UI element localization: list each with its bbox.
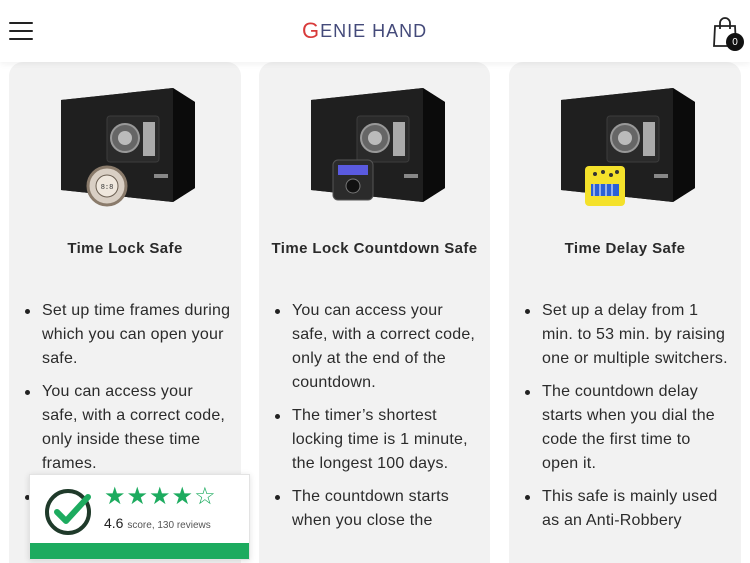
safe-icon	[561, 88, 695, 206]
feature-list: Set up a delay from 1 min. to 53 min. by…	[523, 299, 731, 542]
product-image: 8:8	[9, 80, 241, 230]
star-rating: ★ ★ ★ ★ ☆	[104, 484, 217, 510]
review-bar	[30, 543, 249, 559]
list-item: Set up time frames during which you can …	[23, 299, 231, 371]
feature-list: You can access your safe, with a correct…	[273, 299, 480, 542]
list-item: The countdown starts when you close the	[273, 485, 480, 533]
star-icon: ★	[149, 483, 171, 510]
list-item: The countdown delay starts when you dial…	[523, 380, 731, 476]
site-logo[interactable]: G ENIE HAND	[302, 18, 427, 44]
safe-icon	[311, 88, 445, 202]
review-score: 4.6 score, 130 reviews	[104, 515, 211, 531]
list-item: You can access your safe, with a correct…	[273, 299, 480, 395]
hamburger-icon[interactable]	[9, 22, 33, 42]
list-item: Set up a delay from 1 min. to 53 min. by…	[523, 299, 731, 371]
safe-icon: 8:8	[61, 88, 195, 207]
product-image	[509, 80, 741, 230]
card-title: Time Delay Safe	[564, 240, 686, 257]
list-item: You can access your safe, with a correct…	[23, 380, 231, 476]
cart-button[interactable]: 0	[712, 17, 744, 51]
rating-value: 4.6	[104, 515, 124, 531]
site-header: G ENIE HAND 0	[0, 0, 750, 62]
feature-list: Set up time frames during which you can …	[23, 299, 231, 500]
svg-text:8:8: 8:8	[101, 184, 114, 192]
logo-text: ENIE HAND	[320, 20, 428, 41]
review-widget[interactable]: ★ ★ ★ ★ ☆ 4.6 score, 130 reviews	[29, 474, 250, 560]
list-item: This safe is mainly used as an Anti-Robb…	[523, 485, 731, 533]
verified-check-icon	[45, 489, 91, 535]
product-image	[259, 80, 490, 230]
star-icon: ★	[104, 483, 126, 510]
half-star-icon: ☆	[194, 483, 216, 510]
product-card-time-lock-countdown[interactable]: Time Lock Countdown Safe You can access …	[259, 62, 490, 563]
card-title: Time Lock Countdown Safe	[271, 240, 478, 257]
cart-count-badge: 0	[726, 33, 744, 51]
product-card-time-delay[interactable]: Time Delay Safe Set up a delay from 1 mi…	[509, 62, 741, 563]
star-icon: ★	[171, 483, 194, 510]
logo-first-letter: G	[302, 18, 321, 43]
star-icon: ★	[126, 483, 149, 510]
list-item: The timer’s shortest locking time is 1 m…	[273, 404, 480, 476]
card-title: Time Lock Safe	[67, 240, 183, 257]
review-count: score, 130 reviews	[127, 520, 211, 531]
